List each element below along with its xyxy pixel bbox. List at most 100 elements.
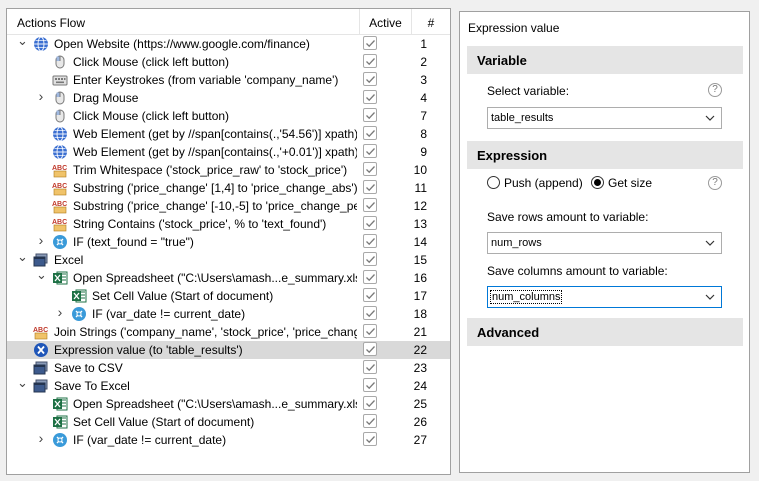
tree-row[interactable]: ⌄ Save To Excel 24 [7, 376, 450, 395]
excel-icon [71, 288, 87, 304]
tree-row[interactable]: ⌄ Excel 15 [7, 250, 450, 269]
active-checkbox[interactable] [363, 234, 377, 248]
active-checkbox[interactable] [363, 162, 377, 176]
collapse-chevron-icon[interactable]: ⌄ [17, 376, 28, 389]
variable-section-header[interactable]: Variable [467, 46, 743, 74]
tree-row[interactable]: › IF (text_found = "true") 14 [7, 233, 450, 251]
step-number: 24 [413, 379, 427, 393]
if-icon [71, 306, 87, 322]
active-checkbox[interactable] [363, 270, 377, 284]
window-icon [33, 252, 49, 268]
abc-icon: ABC [52, 162, 68, 178]
column-header-number[interactable]: # [411, 9, 450, 35]
tree-row[interactable]: ABC Trim Whitespace ('stock_price_raw' to… [7, 161, 450, 179]
save-columns-label: Save columns amount to variable: [487, 264, 668, 278]
excel-icon [52, 270, 68, 286]
active-checkbox[interactable] [363, 378, 377, 392]
push-append-label[interactable]: Push (append) [504, 176, 583, 190]
tree-row[interactable]: ABC Join Strings ('company_name', 'stock_… [7, 323, 450, 341]
expand-chevron-icon[interactable]: › [36, 233, 46, 247]
step-number: 2 [420, 55, 427, 69]
tree-row[interactable]: ABC Substring ('price_change' [1,4] to 'p… [7, 179, 450, 197]
tree-row[interactable]: Expression value (to 'table_results') 22 [7, 341, 450, 359]
collapse-chevron-icon[interactable]: ⌄ [36, 268, 47, 281]
active-checkbox[interactable] [363, 54, 377, 68]
collapse-chevron-icon[interactable]: ⌄ [17, 250, 28, 263]
tree-row[interactable]: ABC Substring ('price_change' [-10,-5] to… [7, 197, 450, 215]
active-checkbox[interactable] [363, 36, 377, 50]
tree-row[interactable]: Set Cell Value (Start of document) 26 [7, 413, 450, 431]
tree-row-label: Substring ('price_change' [-10,-5] to 'p… [73, 199, 357, 213]
active-checkbox[interactable] [363, 126, 377, 140]
active-checkbox[interactable] [363, 216, 377, 230]
chevron-down-icon [705, 294, 715, 300]
abc-icon: ABC [33, 324, 49, 340]
tree-row[interactable]: Open Spreadsheet ("C:\Users\amash...e_su… [7, 395, 450, 413]
save-rows-dropdown[interactable]: num_rows [487, 232, 722, 254]
help-icon[interactable]: ? [708, 83, 722, 97]
column-header-active[interactable]: Active [359, 9, 411, 35]
tree-row[interactable]: Click Mouse (click left button) 2 [7, 53, 450, 71]
expression-section-header[interactable]: Expression [467, 141, 743, 169]
active-checkbox[interactable] [363, 432, 377, 446]
active-checkbox[interactable] [363, 252, 377, 266]
save-columns-dropdown[interactable]: num_columns [487, 286, 722, 308]
tree-row-label: IF (text_found = "true") [73, 235, 194, 249]
tree-row-label: Save to CSV [54, 361, 123, 375]
tree-row-label: IF (var_date != current_date) [73, 433, 227, 447]
tree-row[interactable]: ⌄ Open Website (https://www.google.com/fi… [7, 34, 450, 53]
tree-row[interactable]: › Drag Mouse 4 [7, 89, 450, 107]
tree-row-label: Click Mouse (click left button) [73, 55, 230, 69]
active-checkbox[interactable] [363, 414, 377, 428]
tree-row-label: Web Element (get by //span[contains(.,'5… [73, 127, 357, 141]
active-checkbox[interactable] [363, 360, 377, 374]
tree-row-label: Drag Mouse [73, 91, 139, 105]
collapse-chevron-icon[interactable]: ⌄ [17, 34, 28, 47]
push-append-radio[interactable] [487, 176, 500, 189]
chevron-down-icon [705, 240, 715, 246]
active-checkbox[interactable] [363, 90, 377, 104]
column-header-actions[interactable]: Actions Flow [17, 16, 85, 30]
expand-chevron-icon[interactable]: › [36, 431, 46, 445]
tree-row[interactable]: › IF (var_date != current_date) 18 [7, 305, 450, 323]
expand-chevron-icon[interactable]: › [36, 89, 46, 103]
step-number: 15 [413, 253, 427, 267]
help-icon[interactable]: ? [708, 176, 722, 190]
step-number: 25 [413, 397, 427, 411]
mouse-icon [52, 108, 68, 124]
abc-icon: ABC [52, 198, 68, 214]
save-columns-value: num_columns [489, 290, 563, 304]
tree-row[interactable]: Click Mouse (click left button) 7 [7, 107, 450, 125]
tree-row[interactable]: ⌄ Open Spreadsheet ("C:\Users\amash...e_s… [7, 268, 450, 287]
tree-row[interactable]: Set Cell Value (Start of document) 17 [7, 287, 450, 305]
active-checkbox[interactable] [363, 108, 377, 122]
advanced-section-header[interactable]: Advanced [467, 318, 743, 346]
expand-chevron-icon[interactable]: › [55, 305, 65, 319]
tree-row[interactable]: Enter Keystrokes (from variable 'company… [7, 71, 450, 89]
active-checkbox[interactable] [363, 144, 377, 158]
get-size-radio[interactable] [591, 176, 604, 189]
if-icon [52, 234, 68, 250]
active-checkbox[interactable] [363, 342, 377, 356]
active-checkbox[interactable] [363, 306, 377, 320]
select-variable-dropdown[interactable]: table_results [487, 107, 722, 129]
tree-row[interactable]: Web Element (get by //span[contains(.,'+… [7, 143, 450, 161]
tree-row[interactable]: › IF (var_date != current_date) 27 [7, 431, 450, 449]
active-checkbox[interactable] [363, 288, 377, 302]
active-checkbox[interactable] [363, 396, 377, 410]
globe-icon [52, 126, 68, 142]
actions-flow-panel: Actions Flow Active # ⌄ Open Website (htt… [6, 8, 451, 475]
active-checkbox[interactable] [363, 198, 377, 212]
step-number: 12 [413, 199, 427, 213]
step-number: 21 [413, 325, 427, 339]
active-checkbox[interactable] [363, 72, 377, 86]
tree-row-label: Excel [54, 253, 84, 267]
active-checkbox[interactable] [363, 180, 377, 194]
tree-row[interactable]: ABC String Contains ('stock_price', % to … [7, 215, 450, 233]
tree-row[interactable]: Save to CSV 23 [7, 359, 450, 377]
step-number: 1 [420, 37, 427, 51]
get-size-label[interactable]: Get size [608, 176, 652, 190]
active-checkbox[interactable] [363, 324, 377, 338]
abc-icon: ABC [52, 216, 68, 232]
tree-row[interactable]: Web Element (get by //span[contains(.,'5… [7, 125, 450, 143]
